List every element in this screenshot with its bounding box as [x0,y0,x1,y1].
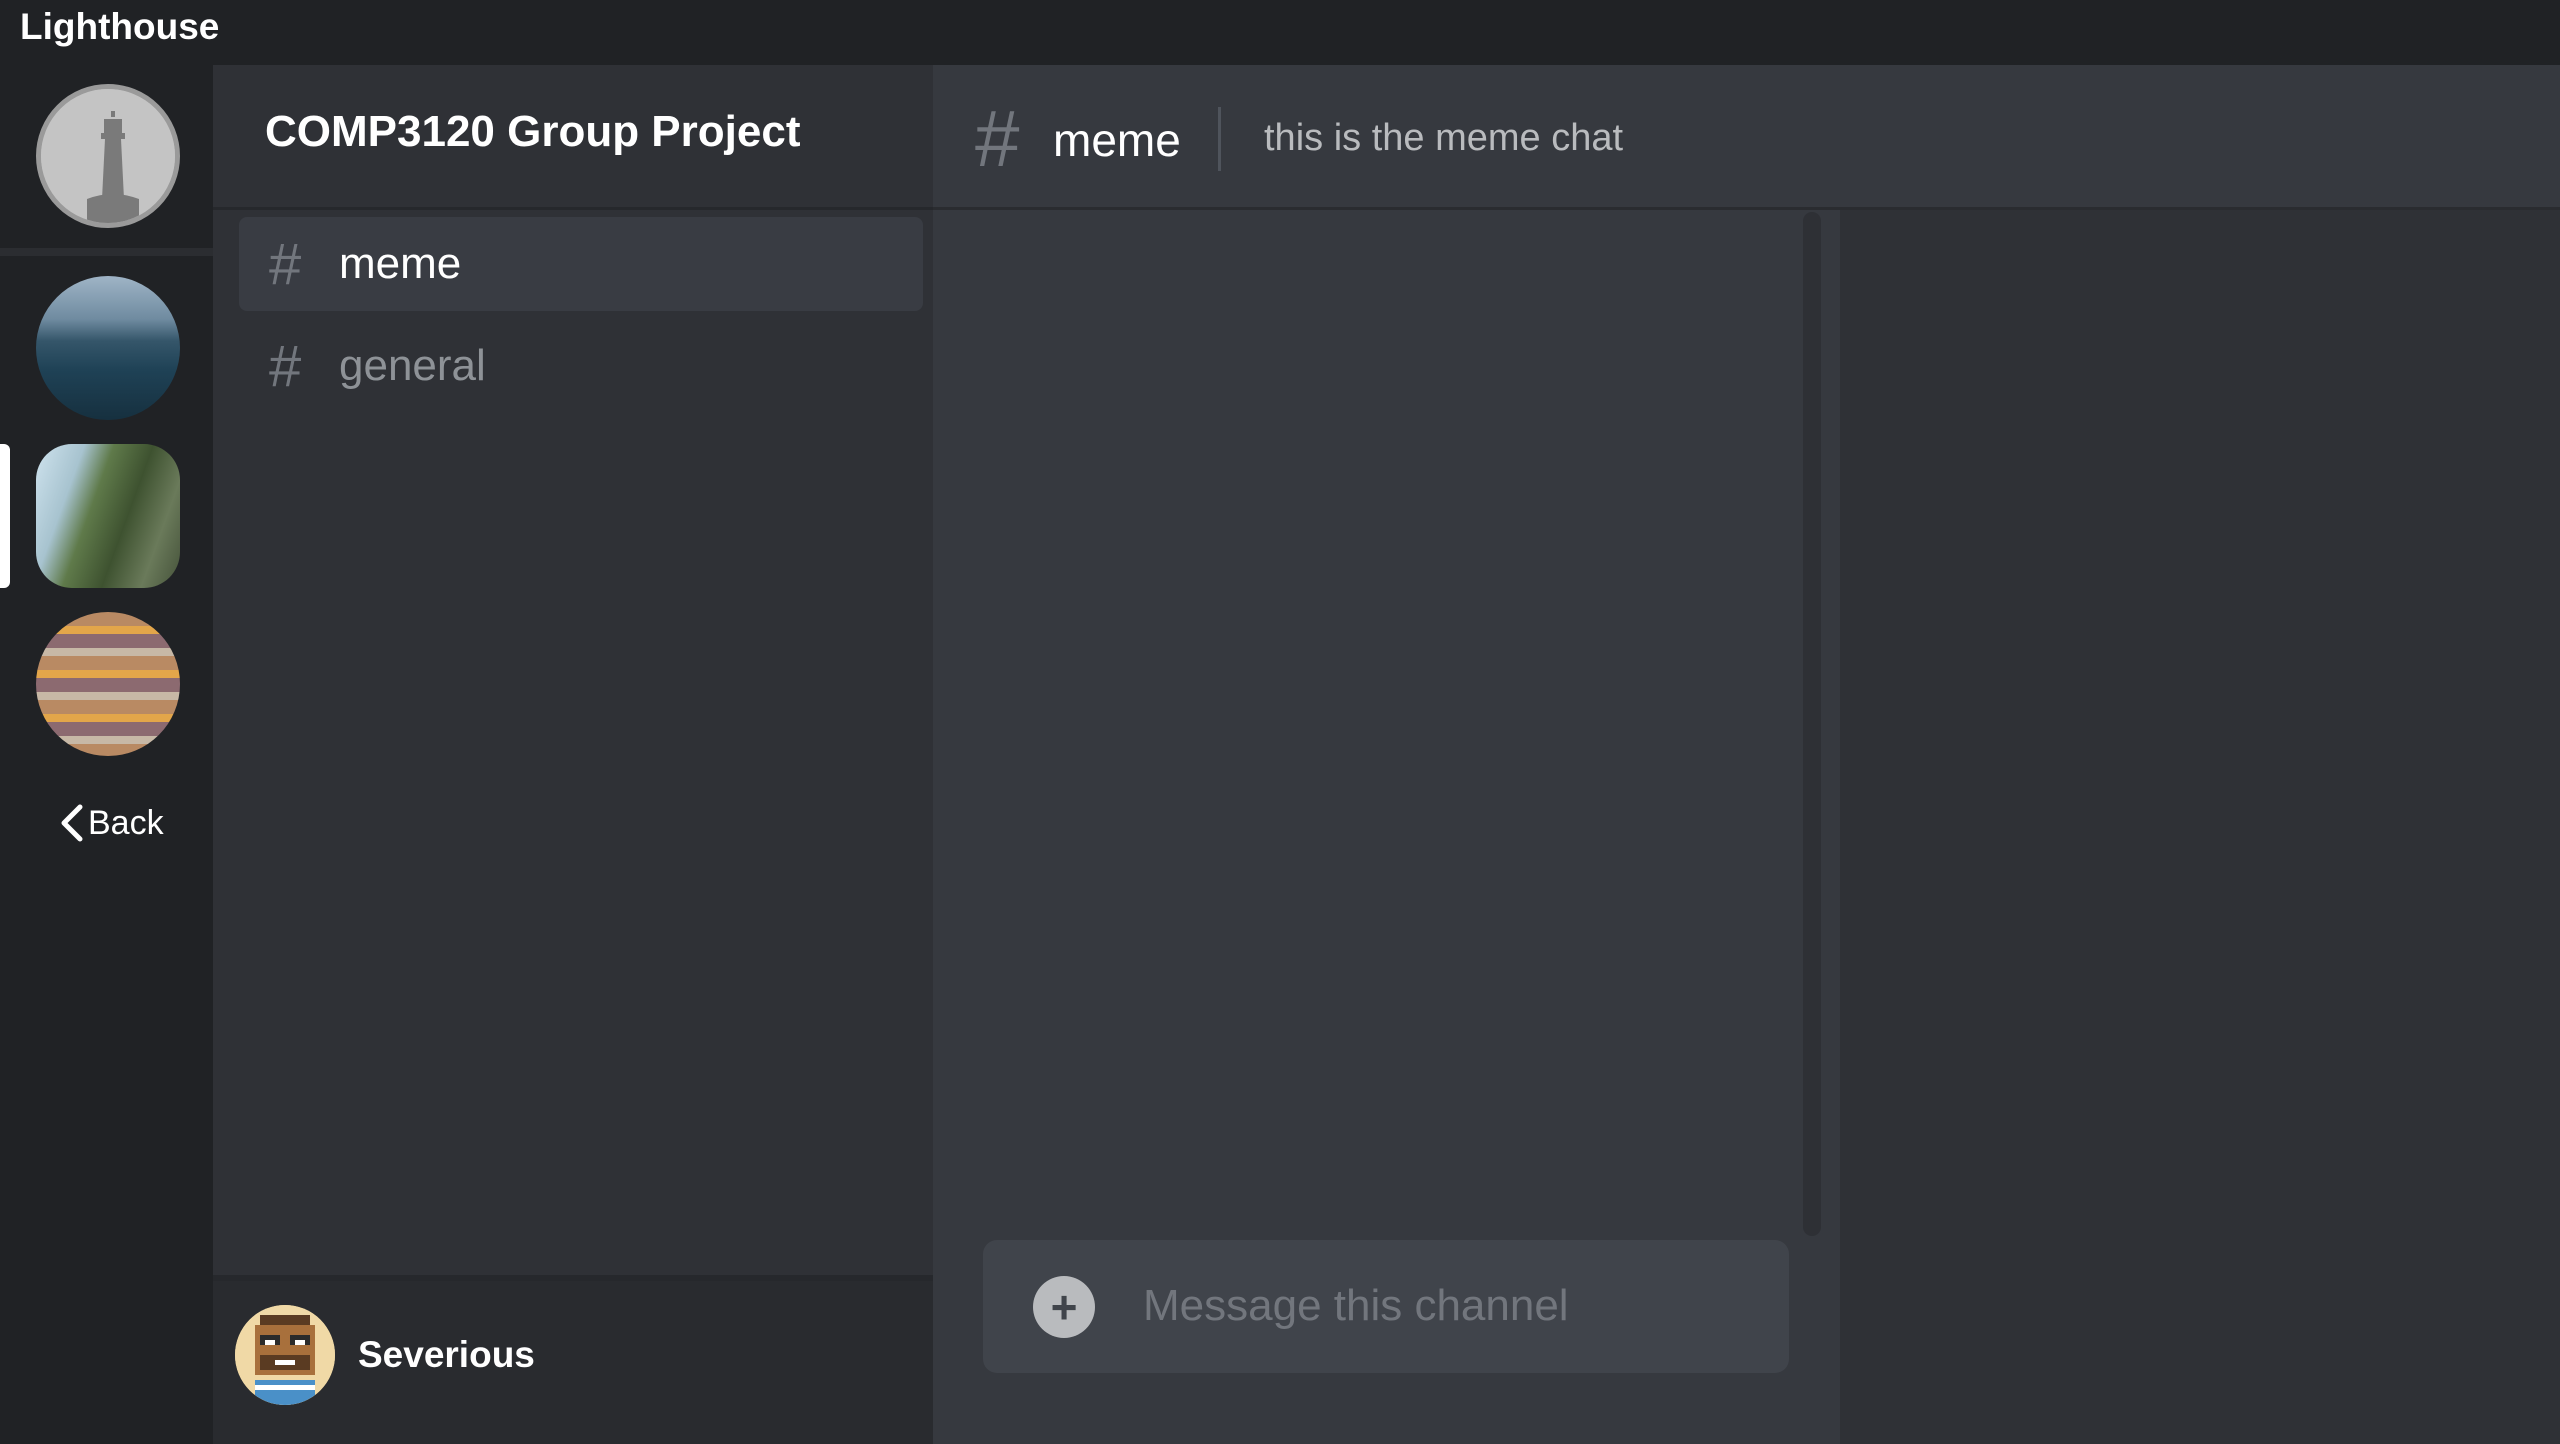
pixel-avatar-icon [235,1305,335,1405]
selected-server-indicator [0,444,10,588]
server-icon-ocean[interactable] [36,276,180,420]
message-area: + [933,210,1840,1444]
title-bar: Lighthouse [0,0,2560,65]
add-attachment-button[interactable]: + [1033,1276,1095,1338]
rail-divider [0,248,213,256]
back-button[interactable]: Back [58,803,164,843]
header-divider [1218,107,1221,171]
avatar[interactable] [235,1305,335,1405]
server-header[interactable]: COMP3120 Group Project [213,65,933,210]
home-lighthouse-button[interactable] [36,84,180,228]
server-icon-forest-road[interactable] [36,444,180,588]
back-label: Back [88,803,164,842]
server-rail: Back [0,65,213,1444]
channel-title: meme [1053,114,1181,166]
channel-item-meme[interactable]: # meme [239,217,923,311]
scrollbar[interactable] [1803,212,1821,1236]
username: Severious [358,1334,535,1375]
hash-icon: # [269,231,302,297]
channel-label: general [339,341,486,390]
chevron-left-icon [61,804,83,842]
chat-header: # meme this is the meme chat [933,65,2560,210]
message-composer: + [983,1240,1789,1373]
lighthouse-icon [41,89,175,223]
server-name: COMP3120 Group Project [265,107,801,156]
message-input[interactable] [1143,1270,1763,1342]
hash-icon: # [269,333,302,399]
member-list [1840,210,2560,1444]
channel-topic: this is the meme chat [1264,117,1624,159]
server-icon-stripes[interactable] [36,612,180,756]
user-panel: Severious [213,1275,933,1444]
channel-label: meme [339,239,462,288]
app-title: Lighthouse [20,6,220,47]
channel-sidebar: COMP3120 Group Project # meme # general [213,65,933,1444]
channel-item-general[interactable]: # general [239,319,923,413]
hash-icon: # [975,94,1020,183]
